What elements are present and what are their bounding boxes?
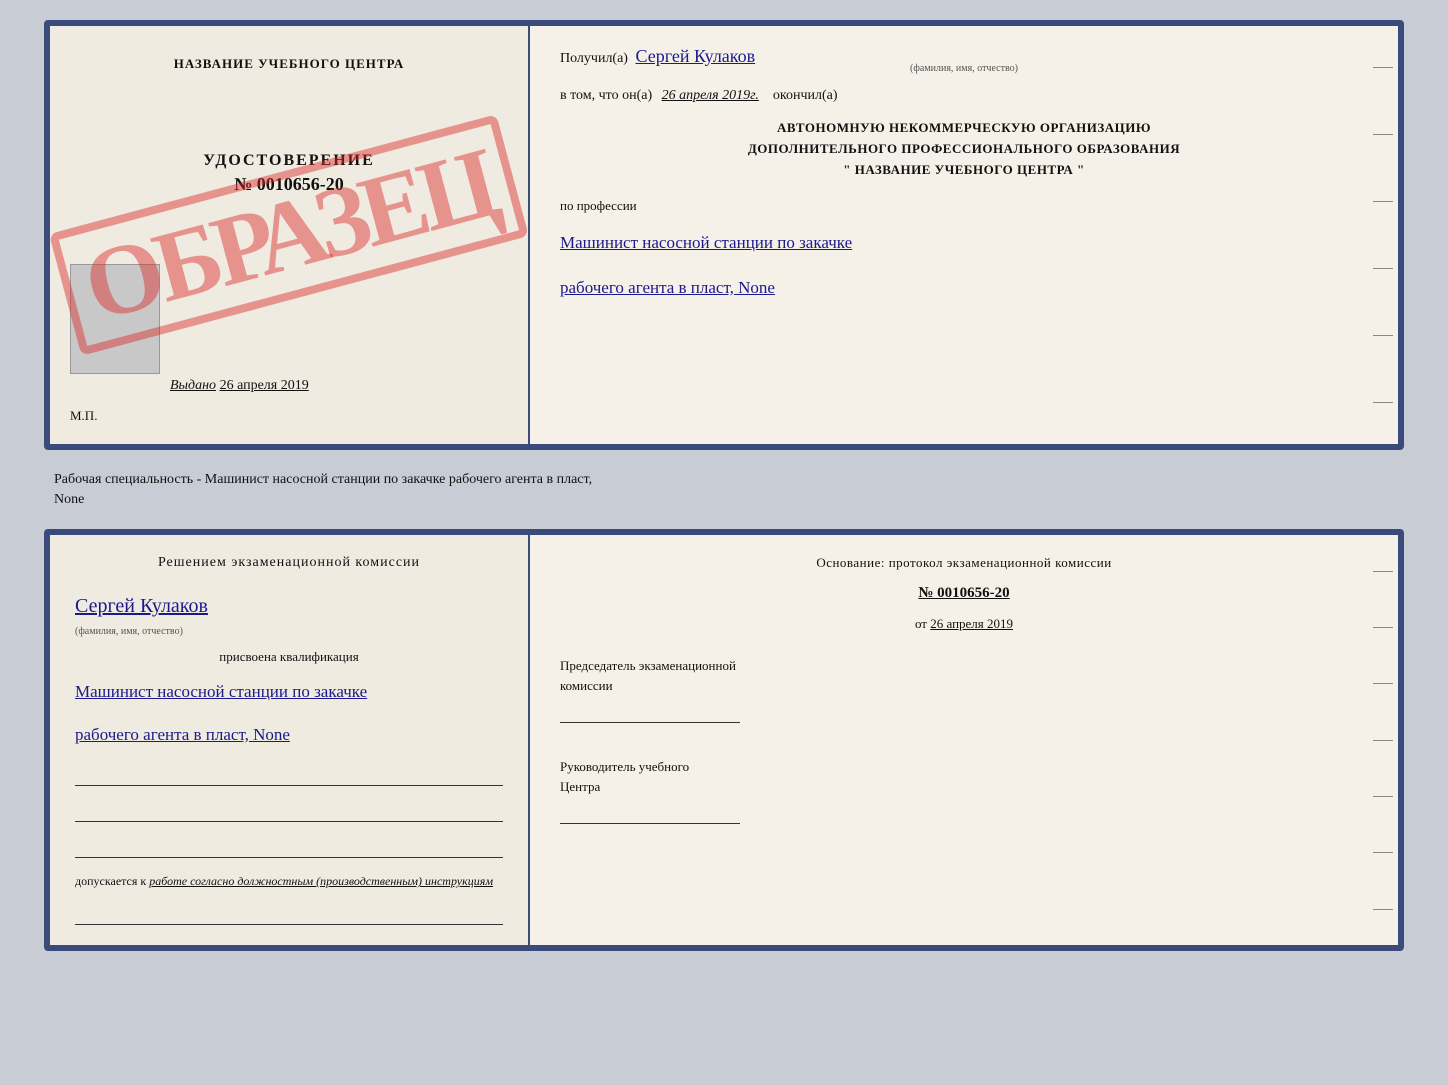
received-name: Сергей Кулаков bbox=[635, 46, 755, 66]
qual-line1: Машинист насосной станции по закачке bbox=[75, 677, 503, 708]
deco-lines-right bbox=[1368, 26, 1398, 444]
допускается-italic: работе согласно должностным (производств… bbox=[149, 874, 493, 888]
head-label2: Центра bbox=[560, 779, 600, 794]
underline-2 bbox=[75, 798, 503, 822]
top-right-panel: Получил(а) Сергей Кулаков (фамилия, имя,… bbox=[530, 26, 1398, 444]
org-line3: " НАЗВАНИЕ УЧЕБНОГО ЦЕНТРА " bbox=[560, 160, 1368, 181]
bottom-document: Решением экзаменационной комиссии Сергей… bbox=[44, 529, 1404, 951]
deco-line-b3 bbox=[1373, 683, 1393, 684]
date-val-top: 26 апреля 2019г. bbox=[662, 88, 759, 103]
fio-label-bottom: (фамилия, имя, отчество) bbox=[75, 626, 503, 637]
date-ot-val: 26 апреля 2019 bbox=[930, 616, 1013, 631]
date-ot-prefix: от bbox=[915, 616, 927, 631]
udostoverenie-box: УДОСТОВЕРЕНИЕ № 0010656-20 bbox=[203, 152, 375, 195]
deco-line-1 bbox=[1373, 67, 1393, 68]
head-sig-line bbox=[560, 800, 740, 824]
head-label1: Руководитель учебного bbox=[560, 759, 689, 774]
deco-line-3 bbox=[1373, 201, 1393, 202]
bottom-right-panel: Основание: протокол экзаменационной коми… bbox=[530, 535, 1398, 945]
org-line2: ДОПОЛНИТЕЛЬНОГО ПРОФЕССИОНАЛЬНОГО ОБРАЗО… bbox=[560, 139, 1368, 160]
date-ot: от 26 апреля 2019 bbox=[560, 616, 1368, 632]
sep-text1: Рабочая специальность - Машинист насосно… bbox=[54, 472, 592, 487]
deco-line-b5 bbox=[1373, 796, 1393, 797]
допускается-label: допускается к работе согласно должностны… bbox=[75, 874, 503, 889]
underline-1 bbox=[75, 762, 503, 786]
underline-3 bbox=[75, 834, 503, 858]
separator-text: Рабочая специальность - Машинист насосно… bbox=[44, 470, 1404, 509]
deco-line-4 bbox=[1373, 268, 1393, 269]
org-line1: АВТОНОМНУЮ НЕКОММЕРЧЕСКУЮ ОРГАНИЗАЦИЮ bbox=[560, 118, 1368, 139]
chairman-label2: комиссии bbox=[560, 678, 613, 693]
underline-4 bbox=[75, 901, 503, 925]
head-block: Руководитель учебного Центра bbox=[560, 757, 1368, 824]
osnov-title: Основание: протокол экзаменационной коми… bbox=[560, 555, 1368, 571]
chairman-label1: Председатель экзаменационной bbox=[560, 658, 736, 673]
vydano-line: Выдано 26 апреля 2019 bbox=[170, 378, 309, 394]
udostoverenie-title: УДОСТОВЕРЕНИЕ bbox=[203, 152, 375, 170]
received-line: Получил(а) Сергей Кулаков (фамилия, имя,… bbox=[560, 46, 1368, 74]
допускается-prefix: допускается к bbox=[75, 874, 146, 888]
date-line-top: в том, что он(а) 26 апреля 2019г. окончи… bbox=[560, 88, 1368, 104]
deco-line-b1 bbox=[1373, 571, 1393, 572]
deco-line-b7 bbox=[1373, 909, 1393, 910]
bottom-left-panel: Решением экзаменационной комиссии Сергей… bbox=[50, 535, 530, 945]
deco-line-2 bbox=[1373, 134, 1393, 135]
deco-line-6 bbox=[1373, 402, 1393, 403]
photo-placeholder bbox=[70, 264, 160, 374]
deco-line-5 bbox=[1373, 335, 1393, 336]
chairman-label: Председатель экзаменационной комиссии bbox=[560, 656, 1368, 695]
deco-line-b4 bbox=[1373, 740, 1393, 741]
commission-title: Решением экзаменационной комиссии bbox=[75, 555, 503, 571]
person-name-bottom: Сергей Кулаков bbox=[75, 595, 503, 618]
profession-label: по профессии bbox=[560, 198, 1368, 214]
head-label: Руководитель учебного Центра bbox=[560, 757, 1368, 796]
chairman-block: Председатель экзаменационной комиссии bbox=[560, 656, 1368, 723]
deco-line-b2 bbox=[1373, 627, 1393, 628]
received-prefix: Получил(а) bbox=[560, 51, 628, 66]
top-left-panel: НАЗВАНИЕ УЧЕБНОГО ЦЕНТРА ОБРАЗЕЦ УДОСТОВ… bbox=[50, 26, 530, 444]
profession-cursive-line1: Машинист насосной станции по закачке bbox=[560, 228, 1368, 259]
profession-cursive-line2: рабочего агента в пласт, None bbox=[560, 273, 1368, 304]
mp-label: М.П. bbox=[70, 408, 97, 424]
vydano-prefix: Выдано bbox=[170, 378, 216, 393]
top-document: НАЗВАНИЕ УЧЕБНОГО ЦЕНТРА ОБРАЗЕЦ УДОСТОВ… bbox=[44, 20, 1404, 450]
deco-line-b6 bbox=[1373, 852, 1393, 853]
protocol-num: № 0010656-20 bbox=[560, 585, 1368, 602]
date-prefix: в том, что он(а) bbox=[560, 88, 652, 103]
deco-lines-right-bottom bbox=[1368, 535, 1398, 945]
finished-label: окончил(а) bbox=[773, 88, 838, 103]
sep-text2: None bbox=[54, 492, 84, 507]
center-name-top: НАЗВАНИЕ УЧЕБНОГО ЦЕНТРА bbox=[174, 56, 405, 72]
assigned-label: присвоена квалификация bbox=[75, 649, 503, 665]
org-block: АВТОНОМНУЮ НЕКОММЕРЧЕСКУЮ ОРГАНИЗАЦИЮ ДО… bbox=[560, 118, 1368, 180]
qual-line2: рабочего агента в пласт, None bbox=[75, 720, 503, 751]
chairman-sig-line bbox=[560, 699, 740, 723]
udostoverenie-num: № 0010656-20 bbox=[203, 174, 375, 195]
vydano-date: 26 апреля 2019 bbox=[220, 378, 309, 393]
